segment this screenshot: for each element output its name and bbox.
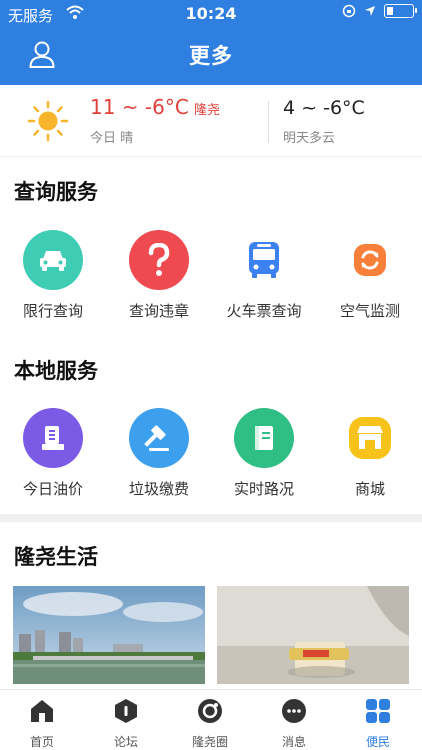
bus-icon <box>234 230 294 290</box>
tab-convenience[interactable]: 便民 <box>336 698 420 750</box>
tab-label: 消息 <box>281 735 306 749</box>
sun-icon <box>27 100 69 142</box>
page-title: 更多 <box>189 44 233 68</box>
location-icon <box>365 6 375 16</box>
life-section-title: 隆尧生活 <box>14 545 98 569</box>
status-bar: 无服务 10:24 <box>0 0 422 28</box>
service-garbage-fee[interactable]: 垃圾缴费 <box>106 408 212 499</box>
oil-icon <box>23 408 83 468</box>
rotation-lock-icon <box>342 4 356 18</box>
tab-label: 便民 <box>365 735 390 749</box>
query-services-grid: 限行查询 查询违章 火车票查询 空气监测 <box>0 230 422 330</box>
service-label: 实时路况 <box>233 480 294 498</box>
circle-icon <box>198 699 222 723</box>
service-train[interactable]: 火车票查询 <box>211 230 317 321</box>
shop-icon <box>340 408 400 468</box>
tab-forum[interactable]: 论坛 <box>84 698 168 750</box>
today-temperature: 11 ~ -6°C <box>90 95 189 119</box>
grid-icon <box>366 699 390 723</box>
tab-home[interactable]: 首页 <box>0 698 84 750</box>
tomorrow-temperature: 4 ~ -6°C <box>283 97 365 119</box>
service-restriction[interactable]: 限行查询 <box>0 230 106 321</box>
service-label: 垃圾缴费 <box>128 480 189 498</box>
city-label: 隆尧 <box>194 103 221 118</box>
section-separator <box>0 514 422 522</box>
tomorrow-description: 明天多云 <box>283 131 336 146</box>
book-icon <box>234 408 294 468</box>
tab-messages[interactable]: 消息 <box>252 698 336 750</box>
weather-divider <box>268 101 269 143</box>
today-description: 今日 晴 <box>90 131 134 146</box>
service-oil-price[interactable]: 今日油价 <box>0 408 106 499</box>
life-photo-river[interactable] <box>13 586 205 684</box>
service-label: 商城 <box>354 480 385 498</box>
battery-icon <box>384 4 417 18</box>
service-violation[interactable]: 查询违章 <box>106 230 212 321</box>
local-services-grid: 今日油价 垃圾缴费 实时路况 商城 <box>0 408 422 508</box>
tab-label: 隆尧圈 <box>191 735 228 749</box>
service-traffic[interactable]: 实时路况 <box>211 408 317 499</box>
gavel-icon <box>129 408 189 468</box>
service-label: 空气监测 <box>339 302 400 320</box>
bottom-tab-bar: 首页 论坛 隆尧圈 消息 便民 <box>0 689 422 750</box>
car-icon <box>23 230 83 290</box>
service-label: 限行查询 <box>22 302 83 320</box>
service-label: 查询违章 <box>128 302 189 320</box>
forum-icon <box>115 699 137 723</box>
tab-label: 首页 <box>29 735 54 749</box>
life-photo-food[interactable] <box>217 586 409 684</box>
question-icon <box>129 230 189 290</box>
local-services-title: 本地服务 <box>14 359 98 383</box>
service-air[interactable]: 空气监测 <box>317 230 422 321</box>
top-bar: 无服务 10:24 更多 <box>0 0 422 85</box>
service-label: 火车票查询 <box>226 302 302 320</box>
status-right <box>342 4 417 18</box>
tab-label: 论坛 <box>113 735 138 749</box>
home-icon <box>31 700 53 722</box>
weather-panel[interactable]: 11 ~ -6°C 隆尧 今日 晴 4 ~ -6°C 明天多云 <box>0 85 422 157</box>
message-icon <box>282 699 306 723</box>
query-services-title: 查询服务 <box>14 180 98 204</box>
refresh-icon <box>340 230 400 290</box>
service-mall[interactable]: 商城 <box>317 408 422 499</box>
tab-circle[interactable]: 隆尧圈 <box>168 698 252 750</box>
service-label: 今日油价 <box>22 480 83 498</box>
